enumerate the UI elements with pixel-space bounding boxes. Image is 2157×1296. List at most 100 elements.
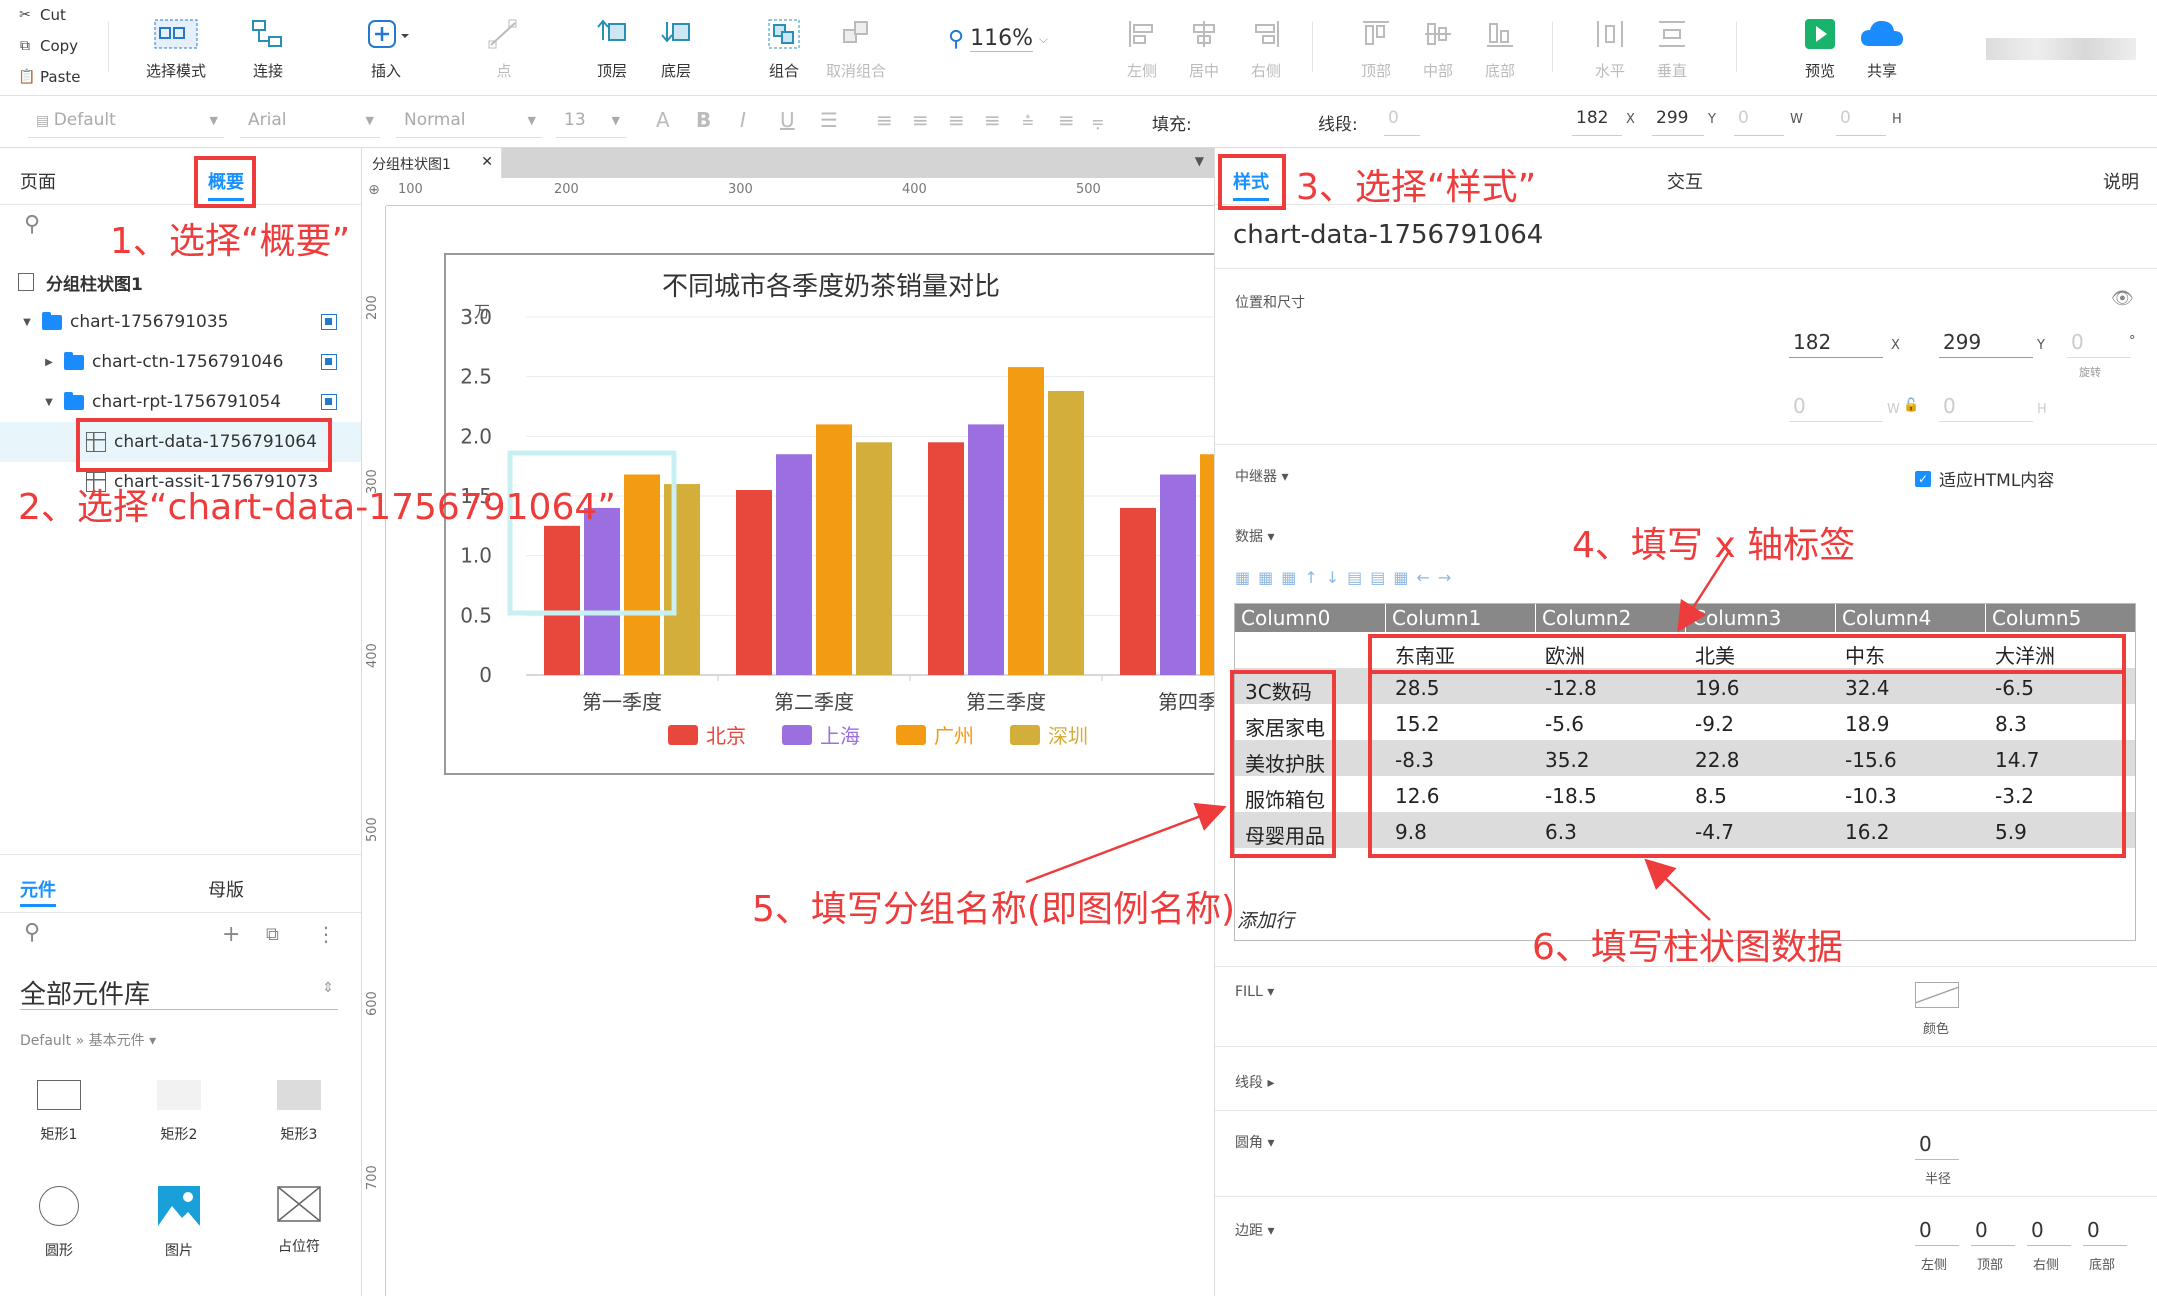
tab-interactions[interactable]: 交互 — [1667, 168, 1703, 194]
data-grid-tools[interactable]: ▦▦▦↑↓▤▤▦←→ — [1235, 568, 1459, 587]
chevron-down-icon[interactable]: ▼ — [1195, 154, 1204, 168]
select-mode-button[interactable]: 选择模式 — [134, 14, 218, 84]
more-options-icon[interactable]: ⋮ — [316, 922, 336, 946]
column-header[interactable]: Column1 — [1385, 604, 1535, 632]
rotation-input[interactable]: 0 — [2067, 328, 2131, 358]
italic-icon[interactable]: I — [740, 108, 746, 132]
x-input[interactable]: 182 — [1789, 328, 1883, 358]
padding-top-input[interactable]: 0 — [1971, 1216, 2015, 1246]
column-header[interactable]: Column2 — [1535, 604, 1685, 632]
visibility-toggle-icon[interactable] — [321, 354, 337, 370]
tab-components[interactable]: 元件 — [20, 876, 56, 902]
copy-button[interactable]: ⧉ Copy — [18, 37, 78, 55]
tab-notes[interactable]: 说明 — [2103, 168, 2139, 194]
font-size-select[interactable]: 13 ▼ — [556, 106, 626, 138]
close-icon[interactable]: ✕ — [481, 154, 493, 170]
underline-icon[interactable]: U — [780, 108, 795, 132]
padding-section-toggle[interactable]: 边距 ▾ — [1235, 1220, 1274, 1240]
data-section-toggle[interactable]: 数据 ▾ — [1235, 526, 1274, 546]
h-input[interactable]: 0 — [1939, 392, 2033, 422]
valign-top-icon[interactable]: ⩮ — [1022, 108, 1034, 132]
visibility-toggle-icon[interactable] — [321, 394, 337, 410]
connect-button[interactable]: 连接 — [226, 14, 310, 84]
bold-icon[interactable]: B — [696, 108, 711, 132]
add-icon[interactable]: + — [222, 922, 240, 947]
insert-button[interactable]: 插入 — [344, 14, 428, 84]
format-y-input[interactable]: 299 — [1652, 106, 1704, 136]
tree-item-chart[interactable]: ▼ chart-1756791035 — [0, 302, 361, 342]
distribute-vertical-button[interactable]: 垂直 — [1630, 14, 1714, 84]
user-avatar-blurred[interactable] — [1986, 38, 2136, 60]
font-weight-select[interactable]: Normal ▼ — [396, 106, 542, 138]
component-circle[interactable]: 圆形 — [14, 1186, 104, 1260]
radius-input[interactable]: 0 — [1915, 1130, 1959, 1160]
visibility-toggle-icon[interactable] — [321, 314, 337, 330]
chevron-right-icon[interactable]: ▶ — [42, 357, 56, 368]
style-select[interactable]: ▤ Default ▼ — [28, 106, 224, 138]
repeater-section-toggle[interactable]: 中继器 ▾ — [1235, 466, 1288, 486]
element-name[interactable]: chart-data-1756791064 — [1233, 220, 1543, 250]
padding-left-input[interactable]: 0 — [1915, 1216, 1959, 1246]
tree-item-chart-rpt[interactable]: ▼ chart-rpt-1756791054 — [0, 382, 361, 422]
y-input[interactable]: 299 — [1939, 328, 2033, 358]
search-icon[interactable]: ⚲ — [24, 212, 40, 237]
font-color-icon[interactable]: A — [656, 108, 670, 132]
align-right-button[interactable]: 右侧 — [1224, 14, 1308, 84]
valign-bottom-icon[interactable]: ⩦ — [1092, 108, 1104, 132]
bar-深圳 — [1048, 390, 1084, 675]
tree-item-chart-ctn[interactable]: ▶ chart-ctn-1756791046 — [0, 342, 361, 382]
send-to-bottom-button[interactable]: 底层 — [634, 14, 718, 84]
visibility-eye-icon[interactable]: 👁 — [2111, 288, 2134, 309]
column-header[interactable]: Column4 — [1835, 604, 1985, 632]
fit-html-checkbox[interactable]: ✓ 适应HTML内容 — [1915, 466, 2054, 491]
format-x-suffix: X — [1626, 112, 1635, 127]
search-icon[interactable]: ⚲ — [24, 920, 40, 945]
align-text-center-icon[interactable]: ≡ — [912, 108, 929, 132]
format-h-input[interactable]: 0 — [1836, 106, 1886, 136]
ungroup-button[interactable]: 取消组合 — [814, 14, 898, 84]
fill-color-swatch[interactable] — [1915, 982, 1959, 1008]
padding-right-input[interactable]: 0 — [2027, 1216, 2071, 1246]
component-rect3[interactable]: 矩形3 — [254, 1080, 344, 1144]
tab-masters[interactable]: 母版 — [208, 876, 244, 902]
fill-section-toggle[interactable]: FILL ▾ — [1235, 984, 1274, 1000]
format-x-input[interactable]: 182 — [1572, 106, 1622, 136]
column-header[interactable]: Column0 — [1235, 604, 1385, 632]
column-header[interactable]: Column5 — [1985, 604, 2135, 632]
bar-广州 — [1008, 367, 1044, 675]
padding-bottom-input[interactable]: 0 — [2083, 1216, 2127, 1246]
aspect-lock-icon[interactable]: 🔓 — [1903, 398, 1919, 413]
line-width-input[interactable]: 0 — [1384, 106, 1420, 136]
copy-library-icon[interactable]: ⧉ — [266, 924, 279, 945]
tree-item-page[interactable]: 分组柱状图1 — [0, 262, 361, 302]
component-placeholder[interactable]: 占位符 — [254, 1186, 344, 1256]
align-text-justify-icon[interactable]: ≡ — [984, 108, 1001, 132]
tab-pages[interactable]: 页面 — [20, 168, 56, 194]
document-tab[interactable]: 分组柱状图1 ✕ — [362, 148, 502, 178]
valign-middle-icon[interactable]: ≡ — [1058, 108, 1075, 132]
paste-button[interactable]: 📋 Paste — [18, 68, 81, 86]
align-text-left-icon[interactable]: ≡ — [876, 108, 893, 132]
w-input[interactable]: 0 — [1789, 392, 1883, 422]
column-header[interactable]: Column3 — [1685, 604, 1835, 632]
component-image[interactable]: 图片 — [134, 1186, 224, 1260]
bullet-list-icon[interactable]: ☰ — [820, 108, 838, 132]
library-select[interactable]: 全部元件库 ⇕ — [20, 974, 338, 1010]
chart-title: 不同城市各季度奶茶销量对比 — [662, 272, 1000, 302]
font-select[interactable]: Arial ▼ — [240, 106, 380, 138]
component-rect1[interactable]: 矩形1 — [14, 1080, 104, 1144]
zoom-select[interactable]: ⚲ 116% ⌵ — [948, 26, 1048, 52]
chevron-down-icon[interactable]: ▼ — [20, 317, 34, 328]
add-row-link[interactable]: 添加行 — [1237, 906, 1294, 933]
radius-section-toggle[interactable]: 圆角 ▾ — [1235, 1132, 1274, 1152]
line-section-toggle[interactable]: 线段 ▸ — [1235, 1072, 1274, 1092]
library-path[interactable]: Default » 基本元件 ▾ — [20, 1030, 156, 1050]
cut-button[interactable]: ✂ Cut — [18, 6, 66, 24]
chevron-down-icon[interactable]: ▼ — [42, 397, 56, 408]
component-rect2[interactable]: 矩形2 — [134, 1080, 224, 1144]
align-bottom-button[interactable]: 底部 — [1458, 14, 1542, 84]
share-button[interactable]: 共享 — [1840, 14, 1924, 84]
format-w-input[interactable]: 0 — [1734, 106, 1784, 136]
point-button[interactable]: 点 — [462, 14, 546, 84]
align-text-right-icon[interactable]: ≡ — [948, 108, 965, 132]
